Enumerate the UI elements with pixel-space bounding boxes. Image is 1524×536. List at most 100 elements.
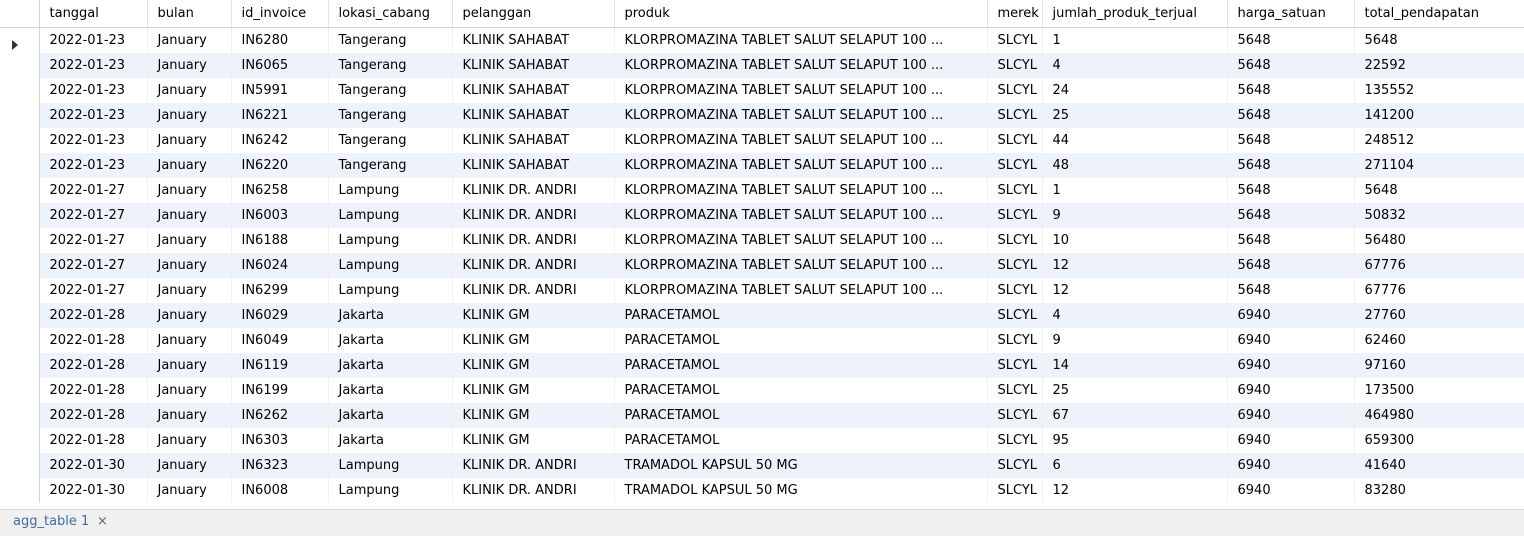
- row-indicator[interactable]: [0, 228, 40, 253]
- cell-bulan[interactable]: January: [147, 128, 232, 153]
- cell-bulan[interactable]: January: [147, 253, 232, 278]
- cell-tanggal[interactable]: 2022-01-27: [39, 178, 148, 203]
- cell-tanggal[interactable]: 2022-01-30: [39, 453, 148, 478]
- cell-lokasi-cabang[interactable]: Tangerang: [328, 153, 453, 178]
- cell-id-invoice[interactable]: IN5991: [231, 78, 329, 103]
- table-row[interactable]: 2022-01-27 January IN6188 Lampung KLINIK DR.…: [0, 228, 1524, 253]
- table-row[interactable]: 2022-01-23 January IN6242 Tangerang KLINIK S…: [0, 128, 1524, 153]
- table-row[interactable]: 2022-01-28 January IN6262 Jakarta KLINIK GM P…: [0, 403, 1524, 428]
- cell-merek[interactable]: SLCYL: [987, 478, 1043, 503]
- cell-merek[interactable]: SLCYL: [987, 303, 1043, 328]
- cell-merek[interactable]: SLCYL: [987, 203, 1043, 228]
- cell-pelanggan[interactable]: KLINIK GM: [452, 378, 615, 403]
- cell-merek[interactable]: SLCYL: [987, 53, 1043, 78]
- cell-merek[interactable]: SLCYL: [987, 278, 1043, 303]
- cell-tanggal[interactable]: 2022-01-28: [39, 303, 148, 328]
- close-icon[interactable]: ×: [97, 514, 108, 529]
- table-row[interactable]: 2022-01-23 January IN6280 Tangerang KLINIK S…: [0, 27, 1524, 53]
- cell-pelanggan[interactable]: KLINIK GM: [452, 328, 615, 353]
- cell-jumlah-produk-terjual[interactable]: 67: [1042, 403, 1228, 428]
- cell-tanggal[interactable]: 2022-01-27: [39, 203, 148, 228]
- cell-merek[interactable]: SLCYL: [987, 453, 1043, 478]
- cell-harga-satuan[interactable]: 5648: [1227, 228, 1355, 253]
- cell-bulan[interactable]: January: [147, 228, 232, 253]
- cell-jumlah-produk-terjual[interactable]: 12: [1042, 253, 1228, 278]
- cell-merek[interactable]: SLCYL: [987, 27, 1043, 53]
- cell-tanggal[interactable]: 2022-01-23: [39, 153, 148, 178]
- cell-produk[interactable]: TRAMADOL KAPSUL 50 MG: [614, 453, 988, 478]
- cell-bulan[interactable]: January: [147, 403, 232, 428]
- table-row[interactable]: 2022-01-23 January IN6221 Tangerang KLINIK S…: [0, 103, 1524, 128]
- row-indicator[interactable]: [0, 428, 40, 453]
- cell-lokasi-cabang[interactable]: Tangerang: [328, 103, 453, 128]
- cell-produk[interactable]: KLORPROMAZINA TABLET SALUT SELAPUT 100 .…: [614, 178, 988, 203]
- cell-id-invoice[interactable]: IN6024: [231, 253, 329, 278]
- cell-tanggal[interactable]: 2022-01-23: [39, 53, 148, 78]
- cell-pelanggan[interactable]: KLINIK DR. ANDRI: [452, 278, 615, 303]
- cell-total-pendapatan[interactable]: 27760: [1354, 303, 1524, 328]
- cell-id-invoice[interactable]: IN6199: [231, 378, 329, 403]
- cell-id-invoice[interactable]: IN6049: [231, 328, 329, 353]
- table-row[interactable]: 2022-01-28 January IN6199 Jakarta KLINIK GM P…: [0, 378, 1524, 403]
- cell-lokasi-cabang[interactable]: Lampung: [328, 178, 453, 203]
- cell-produk[interactable]: KLORPROMAZINA TABLET SALUT SELAPUT 100 .…: [614, 27, 988, 53]
- cell-pelanggan[interactable]: KLINIK DR. ANDRI: [452, 453, 615, 478]
- cell-jumlah-produk-terjual[interactable]: 95: [1042, 428, 1228, 453]
- cell-id-invoice[interactable]: IN6221: [231, 103, 329, 128]
- cell-jumlah-produk-terjual[interactable]: 14: [1042, 353, 1228, 378]
- cell-lokasi-cabang[interactable]: Jakarta: [328, 303, 453, 328]
- table-row[interactable]: 2022-01-28 January IN6049 Jakarta KLINIK GM P…: [0, 328, 1524, 353]
- column-header-jumlah-produk-terjual[interactable]: jumlah_produk_terjual: [1042, 0, 1228, 28]
- cell-produk[interactable]: KLORPROMAZINA TABLET SALUT SELAPUT 100 .…: [614, 103, 988, 128]
- cell-tanggal[interactable]: 2022-01-23: [39, 103, 148, 128]
- cell-produk[interactable]: KLORPROMAZINA TABLET SALUT SELAPUT 100 .…: [614, 203, 988, 228]
- cell-merek[interactable]: SLCYL: [987, 403, 1043, 428]
- cell-harga-satuan[interactable]: 6940: [1227, 378, 1355, 403]
- cell-lokasi-cabang[interactable]: Lampung: [328, 203, 453, 228]
- cell-bulan[interactable]: January: [147, 153, 232, 178]
- cell-total-pendapatan[interactable]: 659300: [1354, 428, 1524, 453]
- cell-pelanggan[interactable]: KLINIK GM: [452, 428, 615, 453]
- cell-produk[interactable]: KLORPROMAZINA TABLET SALUT SELAPUT 100 .…: [614, 78, 988, 103]
- cell-harga-satuan[interactable]: 6940: [1227, 353, 1355, 378]
- table-row[interactable]: 2022-01-28 January IN6119 Jakarta KLINIK GM P…: [0, 353, 1524, 378]
- cell-total-pendapatan[interactable]: 67776: [1354, 278, 1524, 303]
- cell-lokasi-cabang[interactable]: Tangerang: [328, 53, 453, 78]
- cell-id-invoice[interactable]: IN6065: [231, 53, 329, 78]
- column-header-pelanggan[interactable]: pelanggan: [452, 0, 615, 28]
- cell-produk[interactable]: PARACETAMOL: [614, 403, 988, 428]
- cell-jumlah-produk-terjual[interactable]: 1: [1042, 27, 1228, 53]
- row-indicator[interactable]: [0, 278, 40, 303]
- cell-pelanggan[interactable]: KLINIK DR. ANDRI: [452, 253, 615, 278]
- cell-bulan[interactable]: January: [147, 103, 232, 128]
- cell-lokasi-cabang[interactable]: Lampung: [328, 278, 453, 303]
- cell-jumlah-produk-terjual[interactable]: 12: [1042, 478, 1228, 503]
- cell-harga-satuan[interactable]: 5648: [1227, 103, 1355, 128]
- cell-jumlah-produk-terjual[interactable]: 12: [1042, 278, 1228, 303]
- cell-jumlah-produk-terjual[interactable]: 9: [1042, 203, 1228, 228]
- cell-produk[interactable]: KLORPROMAZINA TABLET SALUT SELAPUT 100 .…: [614, 53, 988, 78]
- cell-merek[interactable]: SLCYL: [987, 378, 1043, 403]
- row-indicator[interactable]: [0, 128, 40, 153]
- cell-lokasi-cabang[interactable]: Jakarta: [328, 403, 453, 428]
- cell-id-invoice[interactable]: IN6220: [231, 153, 329, 178]
- cell-produk[interactable]: TRAMADOL KAPSUL 50 MG: [614, 478, 988, 503]
- cell-bulan[interactable]: January: [147, 53, 232, 78]
- cell-lokasi-cabang[interactable]: Tangerang: [328, 128, 453, 153]
- cell-lokasi-cabang[interactable]: Jakarta: [328, 378, 453, 403]
- row-indicator[interactable]: [0, 303, 40, 328]
- cell-id-invoice[interactable]: IN6280: [231, 27, 329, 53]
- cell-bulan[interactable]: January: [147, 278, 232, 303]
- cell-pelanggan[interactable]: KLINIK SAHABAT: [452, 53, 615, 78]
- cell-total-pendapatan[interactable]: 67776: [1354, 253, 1524, 278]
- cell-pelanggan[interactable]: KLINIK GM: [452, 403, 615, 428]
- cell-pelanggan[interactable]: KLINIK GM: [452, 303, 615, 328]
- table-row[interactable]: 2022-01-23 January IN5991 Tangerang KLINIK S…: [0, 78, 1524, 103]
- cell-lokasi-cabang[interactable]: Lampung: [328, 453, 453, 478]
- cell-merek[interactable]: SLCYL: [987, 153, 1043, 178]
- cell-total-pendapatan[interactable]: 248512: [1354, 128, 1524, 153]
- row-indicator[interactable]: [0, 53, 40, 78]
- cell-pelanggan[interactable]: KLINIK SAHABAT: [452, 153, 615, 178]
- cell-bulan[interactable]: January: [147, 378, 232, 403]
- cell-lokasi-cabang[interactable]: Jakarta: [328, 428, 453, 453]
